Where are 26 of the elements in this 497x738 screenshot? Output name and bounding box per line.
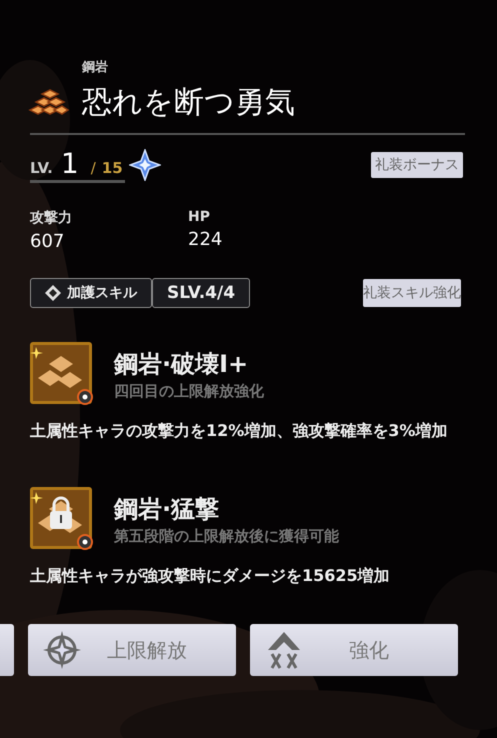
skill-level: SLV.4/4 [152,278,250,308]
skill-upgrade-button[interactable]: 礼装スキル強化 [363,279,461,307]
stat-value: 607 [30,231,66,252]
item-title: 恐れを断つ勇気 [82,84,295,122]
element-label: 鋼岩 [82,59,109,76]
level-label: LV. [30,159,53,177]
diamond-icon [45,285,61,301]
skill-name: 鋼岩·破壊Ⅰ+ [114,348,250,380]
slash-separator: / [90,159,96,177]
skill-type-label: 加護スキル [67,284,137,302]
skill-subtitle: 第五段階の上限解放後に獲得可能 [114,526,339,546]
skill-description: 土属性キャラの攻撃力を12%増加、強攻撃確率を3%増加 [30,420,448,442]
star-icon [128,149,161,181]
bonus-button[interactable]: 礼装ボーナス [371,152,463,178]
stat-value: 224 [188,229,224,250]
skill-subtitle: 四回目の上限解放強化 [114,382,264,400]
ascend-button[interactable]: 上限解放 [28,624,236,676]
skill-name: 鋼岩·猛撃 [114,494,220,524]
stat-label: HP [188,209,211,225]
level-value: 1 [60,147,79,180]
stat-label: 攻撃力 [30,209,73,227]
enhance-button[interactable]: 強化 [250,624,458,676]
compass-star-icon [42,630,82,670]
level-max: 15 [102,159,123,177]
skill-description: 土属性キャラが強攻撃時にダメージを15625増加 [30,565,391,587]
earth-element-icon [28,88,70,118]
